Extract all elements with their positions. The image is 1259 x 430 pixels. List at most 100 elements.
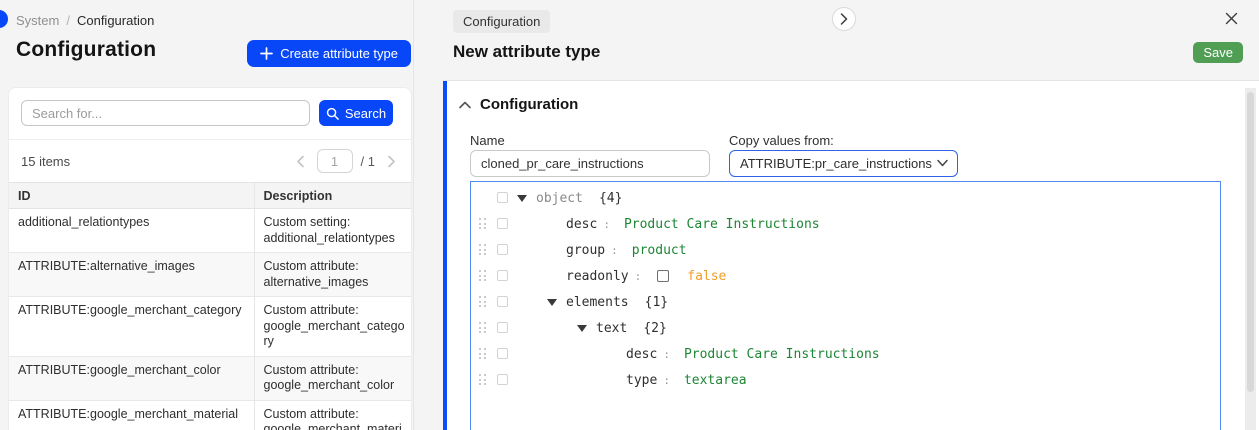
save-button[interactable]: Save <box>1193 42 1243 63</box>
create-button-label: Create attribute type <box>280 46 398 61</box>
drag-handle-icon[interactable] <box>479 244 488 256</box>
key-value-separator: : <box>611 244 618 257</box>
tree-child-count: {2} <box>643 321 666 336</box>
column-header-id: ID <box>9 183 254 209</box>
tree-row: desc : Product Care Instructions <box>471 341 1220 367</box>
page-total: / 1 <box>361 154 375 169</box>
drag-handle-icon[interactable] <box>479 270 488 282</box>
tree-key: desc <box>566 217 597 232</box>
tree-value[interactable]: false <box>687 269 726 284</box>
cell-description: Custom attribute: google_merchant_materi… <box>254 400 411 430</box>
scrollbar-thumb[interactable] <box>1247 92 1254 392</box>
row-checkbox[interactable] <box>497 192 508 203</box>
tab-configuration[interactable]: Configuration <box>453 10 550 33</box>
configuration-section: Configuration Name Copy values from: ATT… <box>443 81 1259 430</box>
breadcrumb-system[interactable]: System <box>16 13 59 28</box>
breadcrumb: System / Configuration <box>16 13 154 28</box>
chevron-left-icon[interactable] <box>293 153 309 169</box>
tree-row: desc : Product Care Instructions <box>471 211 1220 237</box>
name-label: Name <box>470 133 505 148</box>
tree-key: text <box>596 321 627 336</box>
collapse-triangle-icon[interactable] <box>517 195 536 202</box>
tree-key: group <box>566 243 605 258</box>
table-row[interactable]: ATTRIBUTE:alternative_images Custom attr… <box>9 253 411 297</box>
drag-handle-icon[interactable] <box>479 374 488 386</box>
json-tree-editor: object {4} desc : Product Care Instructi… <box>470 181 1221 430</box>
drag-handle-icon[interactable] <box>479 218 488 230</box>
tree-key: readonly <box>566 269 629 284</box>
row-checkbox[interactable] <box>497 348 508 359</box>
tree-row: type : textarea <box>471 367 1220 393</box>
key-value-separator: : <box>663 374 670 387</box>
tree-value[interactable]: product <box>632 243 687 258</box>
key-value-separator: : <box>635 270 642 283</box>
cell-description: Custom attribute: google_merchant_color <box>254 356 411 400</box>
tree-key: elements <box>566 295 629 310</box>
tree-row: elements {1} <box>471 289 1220 315</box>
row-checkbox[interactable] <box>497 218 508 229</box>
chevron-down-icon <box>937 159 948 167</box>
search-button[interactable]: Search <box>319 100 393 126</box>
collapse-panel-button[interactable] <box>832 7 856 31</box>
cell-description: Custom setting: additional_relationtypes <box>254 209 411 253</box>
tree-row: text {2} <box>471 315 1220 341</box>
vertical-scrollbar <box>1245 88 1256 430</box>
boolean-checkbox[interactable] <box>657 270 669 282</box>
attribute-table: ID Description additional_relationtypes … <box>9 182 411 430</box>
plus-icon <box>260 47 273 60</box>
table-row[interactable]: ATTRIBUTE:google_merchant_category Custo… <box>9 297 411 357</box>
close-icon[interactable] <box>1224 11 1240 27</box>
search-bar: Search <box>9 88 411 140</box>
table-row[interactable]: ATTRIBUTE:google_merchant_material Custo… <box>9 400 411 430</box>
attribute-editor-panel: Configuration New attribute type Save Co… <box>415 0 1259 430</box>
cell-id: ATTRIBUTE:google_merchant_category <box>9 297 254 357</box>
drag-handle-icon[interactable] <box>479 348 488 360</box>
tree-child-count: {1} <box>645 295 668 310</box>
tree-value[interactable]: textarea <box>684 373 747 388</box>
selected-option: ATTRIBUTE:pr_care_instructions <box>740 156 932 171</box>
name-input[interactable] <box>470 150 710 177</box>
tree-value[interactable]: Product Care Instructions <box>624 217 820 232</box>
drag-handle-icon[interactable] <box>479 296 488 308</box>
row-checkbox[interactable] <box>497 296 508 307</box>
table-row[interactable]: ATTRIBUTE:google_merchant_color Custom a… <box>9 356 411 400</box>
key-value-separator: : <box>603 218 610 231</box>
list-meta-row: 15 items 1 / 1 <box>9 140 411 182</box>
cell-description: Custom attribute: alternative_images <box>254 253 411 297</box>
create-attribute-type-button[interactable]: Create attribute type <box>247 40 411 67</box>
search-input[interactable] <box>21 100 310 126</box>
tree-key: type <box>626 373 657 388</box>
copy-values-select[interactable]: ATTRIBUTE:pr_care_instructions <box>729 150 958 177</box>
items-count: 15 items <box>21 154 70 169</box>
tree-row: readonly : false <box>471 263 1220 289</box>
column-header-description: Description <box>254 183 411 209</box>
drag-handle-icon[interactable] <box>479 322 488 334</box>
pagination: 1 / 1 <box>293 149 399 173</box>
chevron-right-icon[interactable] <box>383 153 399 169</box>
editor-title: New attribute type <box>453 42 600 62</box>
cell-id: ATTRIBUTE:google_merchant_color <box>9 356 254 400</box>
row-checkbox[interactable] <box>497 374 508 385</box>
page-number-input[interactable]: 1 <box>317 149 353 173</box>
breadcrumb-configuration[interactable]: Configuration <box>77 13 154 28</box>
tree-key: object <box>536 191 583 206</box>
configuration-list-panel: System / Configuration Configuration Cre… <box>0 0 414 430</box>
cell-id: ATTRIBUTE:google_merchant_material <box>9 400 254 430</box>
row-checkbox[interactable] <box>497 322 508 333</box>
row-checkbox[interactable] <box>497 244 508 255</box>
page-title: Configuration <box>16 38 156 62</box>
copy-values-label: Copy values from: <box>729 133 834 148</box>
table-header-row: ID Description <box>9 183 411 209</box>
chevron-up-icon <box>459 101 471 109</box>
search-icon <box>326 107 339 120</box>
tree-value[interactable]: Product Care Instructions <box>684 347 880 362</box>
key-value-separator: : <box>663 348 670 361</box>
app-window: System / Configuration Configuration Cre… <box>0 0 1259 430</box>
section-collapse-header[interactable]: Configuration <box>459 96 578 113</box>
cell-description: Custom attribute: google_merchant_catego… <box>254 297 411 357</box>
collapse-triangle-icon[interactable] <box>547 299 566 306</box>
collapse-triangle-icon[interactable] <box>577 325 596 332</box>
row-checkbox[interactable] <box>497 270 508 281</box>
tree-key: desc <box>626 347 657 362</box>
table-row[interactable]: additional_relationtypes Custom setting:… <box>9 209 411 253</box>
